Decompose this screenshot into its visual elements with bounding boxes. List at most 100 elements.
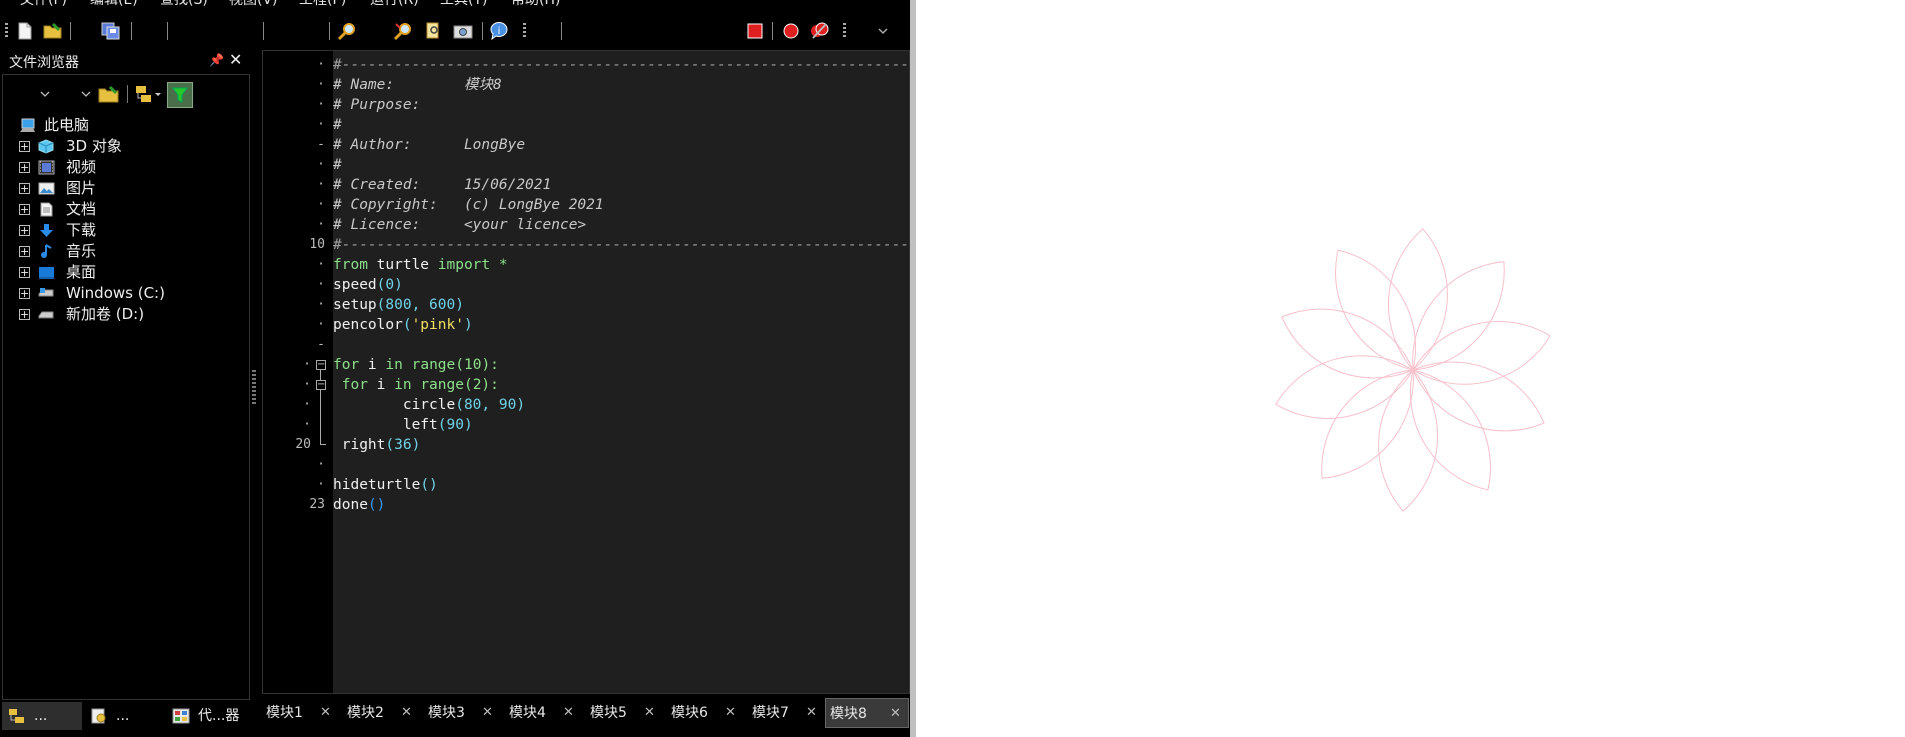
flower-petal (1275, 355, 1414, 419)
stop-icon[interactable] (744, 20, 766, 42)
line-gutter: · · · · - · · · · 10 · · · · - · · · · 2… (263, 51, 333, 693)
code-line: from turtle import * (333, 257, 508, 273)
menu-edit[interactable]: 编辑(E) (90, 0, 138, 8)
3d-objects-icon (38, 139, 54, 154)
tab-module-8[interactable]: 模块8 ✕ (825, 698, 909, 728)
tab-module-4[interactable]: 模块4 ✕ (505, 700, 585, 726)
turtle-drawing (1275, 228, 1551, 512)
panel-splitter-handle[interactable] (252, 370, 256, 404)
code-line: for i in range(2): (333, 377, 499, 393)
code-line: setup(800, 600) (333, 297, 464, 313)
chevron-down-icon[interactable] (40, 90, 50, 98)
toolbar-overflow-chevron-icon[interactable] (872, 20, 894, 42)
close-icon[interactable]: ✕ (229, 50, 242, 69)
tab-file-browser[interactable]: ... (2, 702, 82, 730)
close-tab-icon[interactable]: ✕ (401, 700, 412, 726)
tab-module-7[interactable]: 模块7 ✕ (748, 700, 828, 726)
project-icon (91, 708, 106, 724)
clear-breakpoints-icon[interactable] (808, 20, 830, 42)
close-tab-icon[interactable]: ✕ (482, 700, 493, 726)
expand-icon[interactable]: + (19, 225, 30, 236)
tab-code-browser[interactable]: 代...器 (166, 702, 250, 730)
flower-petal (1412, 321, 1551, 385)
filter-icon[interactable] (167, 82, 193, 108)
tab-project[interactable]: ... (84, 702, 164, 730)
code-editor[interactable]: · · · · - · · · · 10 · · · · - · · · · 2… (262, 50, 1110, 694)
downloads-icon (40, 224, 53, 237)
find-icon[interactable] (336, 20, 358, 42)
code-line: pencolor('pink') (333, 317, 473, 333)
line-number: 20 (295, 437, 311, 452)
turtle-canvas (916, 0, 1905, 737)
menu-help[interactable]: 帮助(H) (511, 0, 560, 8)
goto-icon[interactable] (423, 20, 445, 42)
tab-module-2[interactable]: 模块2 ✕ (343, 700, 423, 726)
fold-toggle-icon[interactable]: − (316, 360, 326, 370)
expand-icon[interactable]: + (19, 204, 30, 215)
expand-icon[interactable]: + (19, 162, 30, 173)
open-folder-icon[interactable] (98, 84, 120, 104)
tab-module-3[interactable]: 模块3 ✕ (424, 700, 504, 726)
menu-bar: 文件(F) 编辑(E) 查找(S) 视图(V) 工程(P) 运行(R) 工具(T… (0, 0, 912, 8)
code-line: # Purpose: (333, 97, 421, 113)
new-file-icon[interactable] (14, 20, 36, 42)
computer-icon (20, 118, 35, 132)
svg-text:i: i (498, 26, 501, 37)
tree-item-label: Windows (C:) (66, 284, 165, 302)
close-tab-icon[interactable]: ✕ (644, 700, 655, 726)
toolbar-grip[interactable] (5, 23, 8, 39)
menu-run[interactable]: 运行(R) (370, 0, 419, 8)
menu-file[interactable]: 文件(F) (20, 0, 67, 8)
menu-search[interactable]: 查找(S) (160, 0, 208, 8)
documents-icon (40, 202, 53, 217)
expand-icon[interactable]: + (19, 246, 30, 257)
fold-toggle-icon[interactable]: − (316, 380, 326, 390)
expand-icon[interactable]: + (19, 309, 30, 320)
expand-icon[interactable]: + (19, 288, 30, 299)
code-content[interactable]: #---------------------------------------… (333, 55, 1110, 515)
flower-petal (1388, 228, 1448, 371)
tree-item-label: 图片 (66, 179, 97, 197)
find-in-files-icon[interactable] (392, 20, 414, 42)
menu-tools[interactable]: 工具(T) (440, 0, 487, 8)
flower-petal (1378, 369, 1438, 512)
code-line: # (333, 117, 342, 133)
expand-icon[interactable]: + (19, 141, 30, 152)
tree-item-label: 音乐 (66, 242, 97, 260)
tab-module-6[interactable]: 模块6 ✕ (667, 700, 747, 726)
close-tab-icon[interactable]: ✕ (563, 700, 574, 726)
close-tab-icon[interactable]: ✕ (320, 700, 331, 726)
close-tab-icon[interactable]: ✕ (890, 699, 901, 729)
flower-petal (1321, 369, 1414, 479)
menu-project[interactable]: 工程(P) (299, 0, 346, 8)
menu-view[interactable]: 视图(V) (229, 0, 278, 8)
drive-c-icon (38, 288, 54, 297)
open-file-icon[interactable] (42, 20, 64, 42)
pin-icon[interactable]: 📌 (209, 53, 224, 67)
desktop-icon (39, 267, 54, 279)
code-line: for i in range(10): (333, 357, 499, 373)
expand-icon[interactable]: + (19, 267, 30, 278)
folder-tree-icon (9, 709, 24, 723)
breakpoint-icon[interactable] (780, 20, 802, 42)
code-line: # Licence: <your licence> (333, 217, 587, 233)
save-all-icon[interactable] (100, 20, 122, 42)
info-icon[interactable]: i (488, 20, 510, 42)
tab-module-5[interactable]: 模块5 ✕ (586, 700, 666, 726)
main-toolbar: i (0, 14, 912, 48)
pictures-icon (38, 182, 55, 195)
file-browser-title: 文件浏览器 (9, 55, 79, 71)
code-browser-icon (172, 708, 190, 724)
chevron-down-icon[interactable] (81, 90, 91, 98)
tree-item-label: 3D 对象 (66, 137, 122, 155)
close-tab-icon[interactable]: ✕ (806, 700, 817, 726)
close-tab-icon[interactable]: ✕ (725, 700, 736, 726)
file-browser-panel: 文件浏览器 📌 ✕ 此电脑 + 3D 对象 + 视频 + 图片 + 文档 + 下… (0, 50, 252, 700)
expand-icon[interactable]: + (19, 183, 30, 194)
folder-view-icon[interactable] (135, 84, 163, 104)
tab-module-1[interactable]: 模块1 ✕ (262, 700, 342, 726)
screenshot-icon[interactable] (452, 20, 474, 42)
tree-item-label: 此电脑 (44, 116, 90, 134)
